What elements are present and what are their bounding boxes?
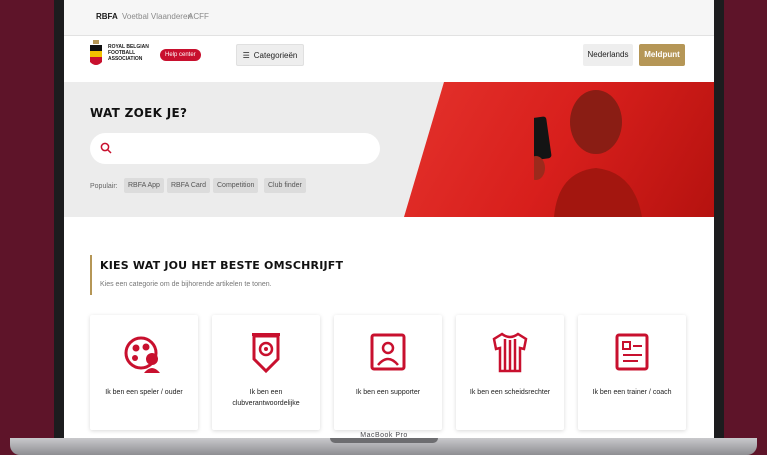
popular-label: Populair: [90, 183, 118, 190]
category-section-header: KIES WAT JOU HET BESTE OMSCHRIJFT Kies e… [90, 255, 590, 295]
menu-icon: ☰ [242, 50, 250, 60]
category-label: Ik ben een scheidsrechter [469, 389, 551, 396]
player-parent-icon [124, 336, 160, 373]
referee-shirt-icon [492, 332, 528, 373]
logo-wordmark: ROYAL BELGIAN FOOTBALL ASSOCIATION [108, 44, 158, 62]
org-link-voetbal-vlaanderen[interactable]: Voetbal Vlaanderen [122, 12, 192, 21]
language-button[interactable]: Nederlands [583, 44, 633, 66]
category-card-referee[interactable]: Ik ben een scheidsrechter [456, 315, 564, 430]
club-pennant-icon [252, 333, 280, 374]
hero-player-illustration [534, 90, 642, 217]
categories-label: Categorieën [253, 50, 298, 60]
popular-tag[interactable]: RBFA Card [167, 178, 211, 193]
categories-button[interactable]: ☰ Categorieën [236, 44, 304, 66]
rbfa-shield-logo[interactable] [90, 40, 102, 68]
org-bar: RBFA Voetbal Vlaanderen ACFF [64, 0, 714, 36]
hero-banner: WAT ZOEK JE? Populair: RBFA App RBFA Car… [64, 82, 714, 217]
report-button[interactable]: Meldpunt [639, 44, 685, 66]
popular-tag[interactable]: Club finder [264, 178, 306, 193]
popular-tag[interactable]: RBFA App [124, 178, 164, 193]
category-label: Ik ben een clubverantwoordelijke [232, 389, 300, 407]
section-title: KIES WAT JOU HET BESTE OMSCHRIJFT [100, 259, 344, 272]
hero-title: WAT ZOEK JE? [90, 106, 188, 120]
site-header: ROYAL BELGIAN FOOTBALL ASSOCIATION Help … [64, 36, 714, 82]
logo-line: ASSOCIATION [108, 56, 143, 62]
category-card-supporter[interactable]: Ik ben een supporter [334, 315, 442, 430]
browser-screen: RBFA Voetbal Vlaanderen ACFF ROYAL BELGI… [64, 0, 714, 440]
device-label: MacBook Pro [360, 432, 408, 439]
category-card-trainer[interactable]: Ik ben een trainer / coach [578, 315, 686, 430]
category-label: Ik ben een supporter [355, 389, 421, 396]
org-link-rbfa[interactable]: RBFA [96, 12, 118, 21]
help-center-badge[interactable]: Help center [160, 49, 201, 61]
category-label: Ik ben een speler / ouder [105, 389, 183, 396]
supporter-icon [370, 333, 406, 371]
org-link-acff[interactable]: ACFF [188, 12, 209, 21]
section-subtitle: Kies een categorie om de bijhorende arti… [100, 281, 272, 288]
trainer-board-icon [615, 333, 649, 371]
category-card-club[interactable]: Ik ben een clubverantwoordelijke [212, 315, 320, 430]
search-icon [100, 142, 112, 154]
category-label: Ik ben een trainer / coach [592, 389, 672, 396]
popular-tag[interactable]: Competition [213, 178, 259, 193]
search-input[interactable] [90, 133, 380, 164]
category-card-player[interactable]: Ik ben een speler / ouder [90, 315, 198, 430]
